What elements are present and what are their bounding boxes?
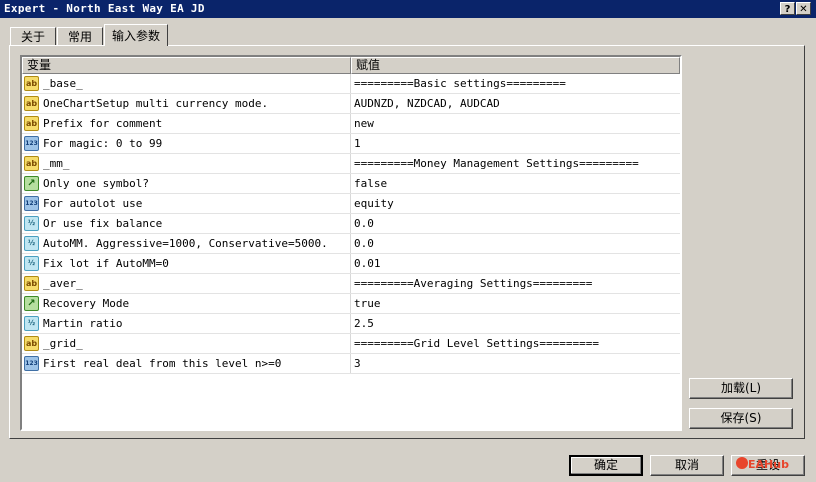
parameter-name: Fix lot if AutoMM=0	[43, 257, 169, 270]
parameter-value[interactable]: 3	[354, 354, 361, 374]
table-row[interactable]: ↗ Only one symbol? false	[22, 174, 680, 194]
parameter-value[interactable]: 1	[354, 134, 361, 154]
parameter-value[interactable]: =========Basic settings=========	[354, 74, 566, 94]
parameter-value[interactable]: =========Grid Level Settings=========	[354, 334, 599, 354]
column-variable[interactable]: 变量	[22, 57, 351, 74]
parameter-value[interactable]: AUDNZD, NZDCAD, AUDCAD	[354, 94, 500, 114]
parameter-value[interactable]: 0.0	[354, 214, 374, 234]
double-icon: ½	[24, 316, 39, 331]
parameter-value[interactable]: false	[354, 174, 387, 194]
parameter-name: Prefix for comment	[43, 117, 163, 130]
parameter-name: For autolot use	[43, 197, 143, 210]
parameters-table[interactable]: 变量 赋值 ab _base_ =========Basic settings===…	[20, 55, 682, 431]
table-row[interactable]: ab _mm_ =========Money Management Settings…	[22, 154, 680, 174]
parameter-name: _mm_	[43, 157, 70, 170]
table-header: 变量 赋值	[22, 57, 680, 74]
parameter-name: _base_	[43, 77, 83, 90]
table-row[interactable]: ½ Martin ratio 2.5	[22, 314, 680, 334]
parameter-name: Only one symbol?	[43, 177, 149, 190]
watermark: EAHub	[748, 458, 789, 471]
parameter-value[interactable]: new	[354, 114, 374, 134]
bool-icon: ↗	[24, 296, 39, 311]
parameter-name: _aver_	[43, 277, 83, 290]
cancel-button[interactable]: 取消	[650, 455, 724, 476]
double-icon: ½	[24, 216, 39, 231]
table-row[interactable]: ab _base_ =========Basic settings=========	[22, 74, 680, 94]
save-button[interactable]: 保存(S)	[689, 408, 793, 429]
table-row[interactable]: ↗ Recovery Mode true	[22, 294, 680, 314]
int-icon: 123	[24, 196, 39, 211]
parameter-value[interactable]: =========Money Management Settings======…	[354, 154, 639, 174]
parameter-name: Martin ratio	[43, 317, 123, 330]
tab-common[interactable]: 常用	[57, 27, 103, 45]
table-row[interactable]: ab _aver_ =========Averaging Settings=====…	[22, 274, 680, 294]
double-icon: ½	[24, 236, 39, 251]
int-icon: 123	[24, 356, 39, 371]
tab-inputs[interactable]: 输入参数	[104, 24, 168, 46]
table-row[interactable]: ½ AutoMM. Aggressive=1000, Conservative=5…	[22, 234, 680, 254]
window-title: Expert - North East Way EA JD	[4, 2, 205, 15]
table-row[interactable]: 123 First real deal from this level n>=0 3	[22, 354, 680, 374]
parameter-value[interactable]: 2.5	[354, 314, 374, 334]
watermark-logo-icon	[736, 457, 748, 469]
parameter-value[interactable]: equity	[354, 194, 394, 214]
load-button[interactable]: 加载(L)	[689, 378, 793, 399]
parameter-value[interactable]: true	[354, 294, 381, 314]
table-row[interactable]: ab _grid_ =========Grid Level Settings====…	[22, 334, 680, 354]
close-button[interactable]: ✕	[796, 2, 811, 15]
title-bar: Expert - North East Way EA JD ? ✕	[0, 0, 816, 18]
ok-button[interactable]: 确定	[569, 455, 643, 476]
parameter-value[interactable]: =========Averaging Settings=========	[354, 274, 592, 294]
parameter-name: Recovery Mode	[43, 297, 130, 310]
parameter-name: _grid_	[43, 337, 83, 350]
ab-icon: ab	[24, 336, 39, 351]
table-row[interactable]: ½ Fix lot if AutoMM=0 0.01	[22, 254, 680, 274]
int-icon: 123	[24, 136, 39, 151]
ab-icon: ab	[24, 96, 39, 111]
ab-icon: ab	[24, 276, 39, 291]
parameter-name: AutoMM. Aggressive=1000, Conservative=50…	[43, 237, 328, 250]
parameter-value[interactable]: 0.01	[354, 254, 381, 274]
bool-icon: ↗	[24, 176, 39, 191]
parameter-name: OneChartSetup multi currency mode.	[43, 97, 269, 110]
parameter-name: First real deal from this level n>=0	[43, 357, 282, 370]
table-row[interactable]: 123 For magic: 0 to 99 1	[22, 134, 680, 154]
tab-about[interactable]: 关于	[10, 27, 56, 45]
table-row[interactable]: ab OneChartSetup multi currency mode. AUDN…	[22, 94, 680, 114]
parameter-value[interactable]: 0.0	[354, 234, 374, 254]
table-row[interactable]: ½ Or use fix balance 0.0	[22, 214, 680, 234]
parameter-name: For magic: 0 to 99	[43, 137, 163, 150]
ab-icon: ab	[24, 156, 39, 171]
parameter-name: Or use fix balance	[43, 217, 163, 230]
table-row[interactable]: 123 For autolot use equity	[22, 194, 680, 214]
column-value[interactable]: 赋值	[351, 57, 680, 74]
help-button[interactable]: ?	[780, 2, 795, 15]
table-row[interactable]: ab Prefix for comment new	[22, 114, 680, 134]
double-icon: ½	[24, 256, 39, 271]
ab-icon: ab	[24, 76, 39, 91]
ab-icon: ab	[24, 116, 39, 131]
